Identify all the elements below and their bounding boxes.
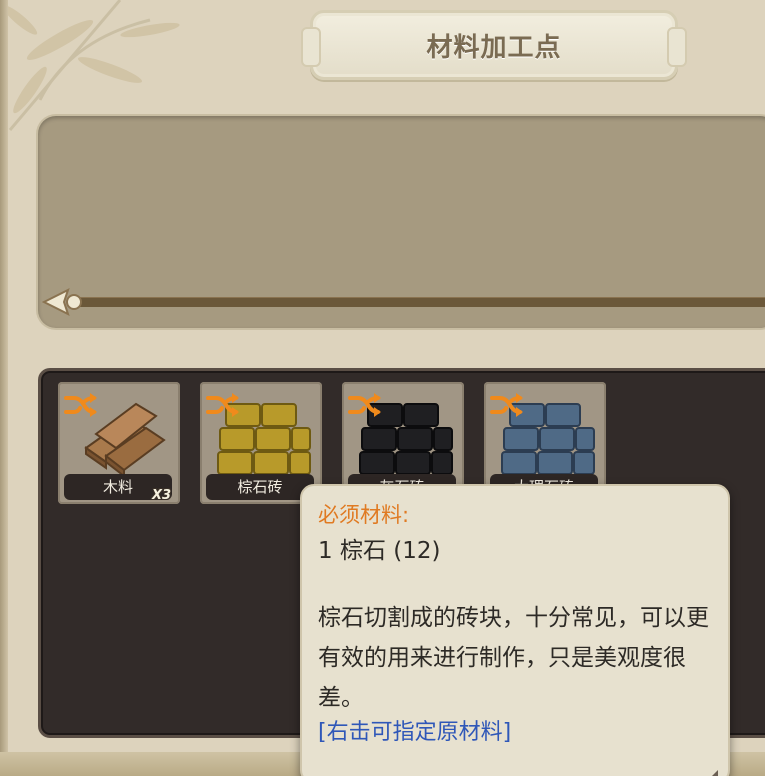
- tooltip-description: 棕石切割成的砖块，十分常见，可以更有效的用来进行制作，只是美观度很差。: [318, 605, 709, 711]
- page-title: 材料加工点: [426, 32, 562, 63]
- swap-icon[interactable]: [348, 392, 382, 418]
- swap-icon[interactable]: [490, 392, 524, 418]
- corner-arrow-icon: [712, 770, 718, 776]
- title-plaque: 材料加工点: [301, 10, 687, 80]
- progress-track[interactable]: [70, 297, 765, 307]
- slot-label: 棕石砖: [206, 474, 314, 500]
- tooltip-requirement: 1 棕石 (12): [318, 538, 441, 564]
- material-slot-wood[interactable]: 木料 X3: [58, 382, 180, 504]
- slot-count: X3: [152, 488, 172, 503]
- tooltip-hint: [右击可指定原材料]: [318, 720, 512, 745]
- tooltip-heading: 必须材料:: [318, 503, 410, 527]
- left-frame-edge: [0, 0, 8, 776]
- swap-icon[interactable]: [64, 392, 98, 418]
- progress-handle-icon[interactable]: [42, 288, 86, 316]
- material-tooltip: 必须材料: 1 棕石 (12) 棕石切割成的砖块，十分常见，可以更有效的用来进行…: [300, 484, 730, 776]
- swap-icon[interactable]: [206, 392, 240, 418]
- material-slot-brown-brick[interactable]: 棕石砖: [200, 382, 322, 504]
